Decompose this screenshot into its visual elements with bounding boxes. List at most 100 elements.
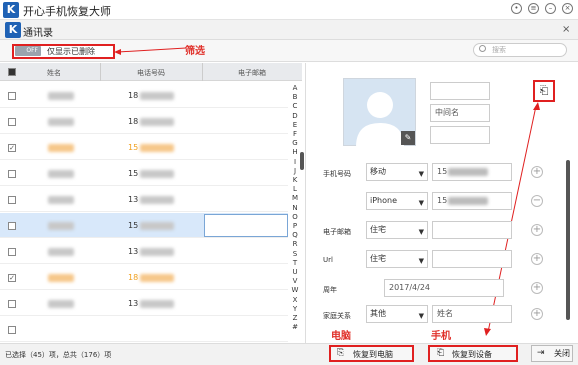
alpha-index-letter[interactable]: B: [290, 93, 300, 101]
first-name-field[interactable]: [430, 82, 490, 100]
blurred-name: [48, 170, 74, 178]
contacts-logo: K: [5, 22, 21, 38]
alpha-index-letter[interactable]: S: [290, 250, 300, 258]
alpha-index-letter[interactable]: A: [290, 84, 300, 92]
blurred-phone: [140, 196, 174, 204]
row-checkbox[interactable]: [8, 326, 16, 334]
blurred-phone: [140, 92, 174, 100]
alpha-index-letter[interactable]: Q: [290, 231, 300, 239]
alpha-index-letter[interactable]: U: [290, 268, 300, 276]
blurred-name: [48, 118, 74, 126]
alpha-index-letter[interactable]: F: [290, 130, 300, 138]
remove-phone-icon[interactable]: −: [531, 195, 543, 207]
alpha-index-letter[interactable]: #: [290, 323, 300, 331]
edit-icon[interactable]: ✎: [401, 131, 415, 145]
blurred-phone: [140, 222, 174, 230]
search-icon: [479, 45, 486, 52]
alpha-index-letter[interactable]: Z: [290, 314, 300, 322]
email-label: 电子邮箱: [323, 228, 351, 236]
row-checkbox[interactable]: [8, 222, 16, 230]
row-checkbox[interactable]: [8, 92, 16, 100]
row-checkbox[interactable]: [8, 248, 16, 256]
table-row[interactable]: [0, 317, 288, 342]
list-scrollbar[interactable]: [300, 152, 304, 170]
alpha-index-letter[interactable]: W: [290, 286, 300, 294]
alpha-index-letter[interactable]: E: [290, 121, 300, 129]
close-window-icon[interactable]: ×: [562, 3, 573, 14]
alpha-index-letter[interactable]: K: [290, 176, 300, 184]
last-name-field[interactable]: [430, 126, 490, 144]
alpha-index-letter[interactable]: H: [290, 148, 300, 156]
relation-label: 家庭关系: [323, 312, 351, 320]
col-phone[interactable]: 电话号码: [137, 68, 165, 78]
chat-icon[interactable]: •: [511, 3, 522, 14]
alpha-index-letter[interactable]: M: [290, 194, 300, 202]
blurred-phone: [448, 197, 488, 205]
blurred-name: [48, 92, 74, 100]
alpha-index-letter[interactable]: C: [290, 102, 300, 110]
phone-cell: 15: [128, 221, 139, 230]
row-checkbox[interactable]: [8, 170, 16, 178]
relation-field[interactable]: 姓名: [432, 305, 512, 323]
alpha-index-letter[interactable]: Y: [290, 305, 300, 313]
detail-scrollbar[interactable]: [566, 160, 570, 320]
search-input[interactable]: 搜索: [473, 43, 567, 57]
email-field[interactable]: [432, 221, 512, 239]
add-date-icon[interactable]: +: [531, 282, 543, 294]
blurred-name: [48, 274, 74, 282]
add-phone-icon[interactable]: +: [531, 166, 543, 178]
restore-device-icon-button[interactable]: ⎗: [533, 80, 555, 102]
blurred-phone: [140, 144, 174, 152]
minimize-icon[interactable]: –: [545, 3, 556, 14]
alpha-index-letter[interactable]: J: [290, 167, 300, 175]
alpha-index-letter[interactable]: L: [290, 185, 300, 193]
phone-cell: 13: [128, 299, 139, 308]
row-checkbox[interactable]: [8, 300, 16, 308]
email-edit-cell[interactable]: [204, 214, 288, 237]
alpha-index-letter[interactable]: D: [290, 112, 300, 120]
blurred-name: [48, 196, 74, 204]
phone-cell: 18: [128, 91, 139, 100]
row-checkbox[interactable]: ✓: [8, 144, 16, 152]
alpha-index-letter[interactable]: P: [290, 222, 300, 230]
relation-type-select[interactable]: 其他 ▼: [366, 305, 428, 323]
alpha-index-letter[interactable]: I: [290, 158, 300, 166]
col-email[interactable]: 电子邮箱: [238, 68, 266, 78]
blurred-phone: [140, 274, 174, 282]
add-email-icon[interactable]: +: [531, 224, 543, 236]
off-switch[interactable]: OFF: [15, 46, 41, 56]
alpha-index-letter[interactable]: X: [290, 296, 300, 304]
alpha-index-letter[interactable]: R: [290, 240, 300, 248]
alpha-index-letter[interactable]: V: [290, 277, 300, 285]
exit-icon: ⇥: [537, 348, 545, 358]
phone-type-select[interactable]: 移动 ▼: [366, 163, 428, 181]
computer-icon: ⎘: [337, 348, 345, 358]
url-type-select[interactable]: 住宅 ▼: [366, 250, 428, 268]
alpha-index-letter[interactable]: G: [290, 139, 300, 147]
blurred-name: [48, 248, 74, 256]
phone-type-select-2[interactable]: iPhone ▼: [366, 192, 428, 210]
col-name[interactable]: 姓名: [47, 68, 61, 78]
show-deleted-label: 仅显示已删除: [47, 47, 95, 56]
middle-name-field[interactable]: 中间名: [430, 104, 490, 122]
row-checkbox[interactable]: [8, 196, 16, 204]
add-url-icon[interactable]: +: [531, 253, 543, 265]
selection-status: 已选择（45）项，总共（176）项: [5, 351, 112, 359]
row-checkbox[interactable]: [8, 118, 16, 126]
anniversary-field[interactable]: 2017/4/24: [384, 279, 504, 297]
alpha-index-letter[interactable]: T: [290, 259, 300, 267]
add-relation-icon[interactable]: +: [531, 308, 543, 320]
select-all-checkbox[interactable]: [8, 68, 16, 76]
phone-cell: 18: [128, 117, 139, 126]
blurred-phone: [140, 118, 174, 126]
blurred-phone: [140, 170, 174, 178]
email-type-select[interactable]: 住宅 ▼: [366, 221, 428, 239]
menu-icon[interactable]: ≡: [528, 3, 539, 14]
row-checkbox[interactable]: ✓: [8, 274, 16, 282]
alpha-index-letter[interactable]: N: [290, 204, 300, 212]
annotation-arrows: [484, 102, 540, 336]
url-field[interactable]: [432, 250, 512, 268]
close-panel-icon[interactable]: ×: [562, 24, 570, 35]
contacts-title: 通讯录: [23, 28, 53, 39]
alpha-index-letter[interactable]: O: [290, 213, 300, 221]
